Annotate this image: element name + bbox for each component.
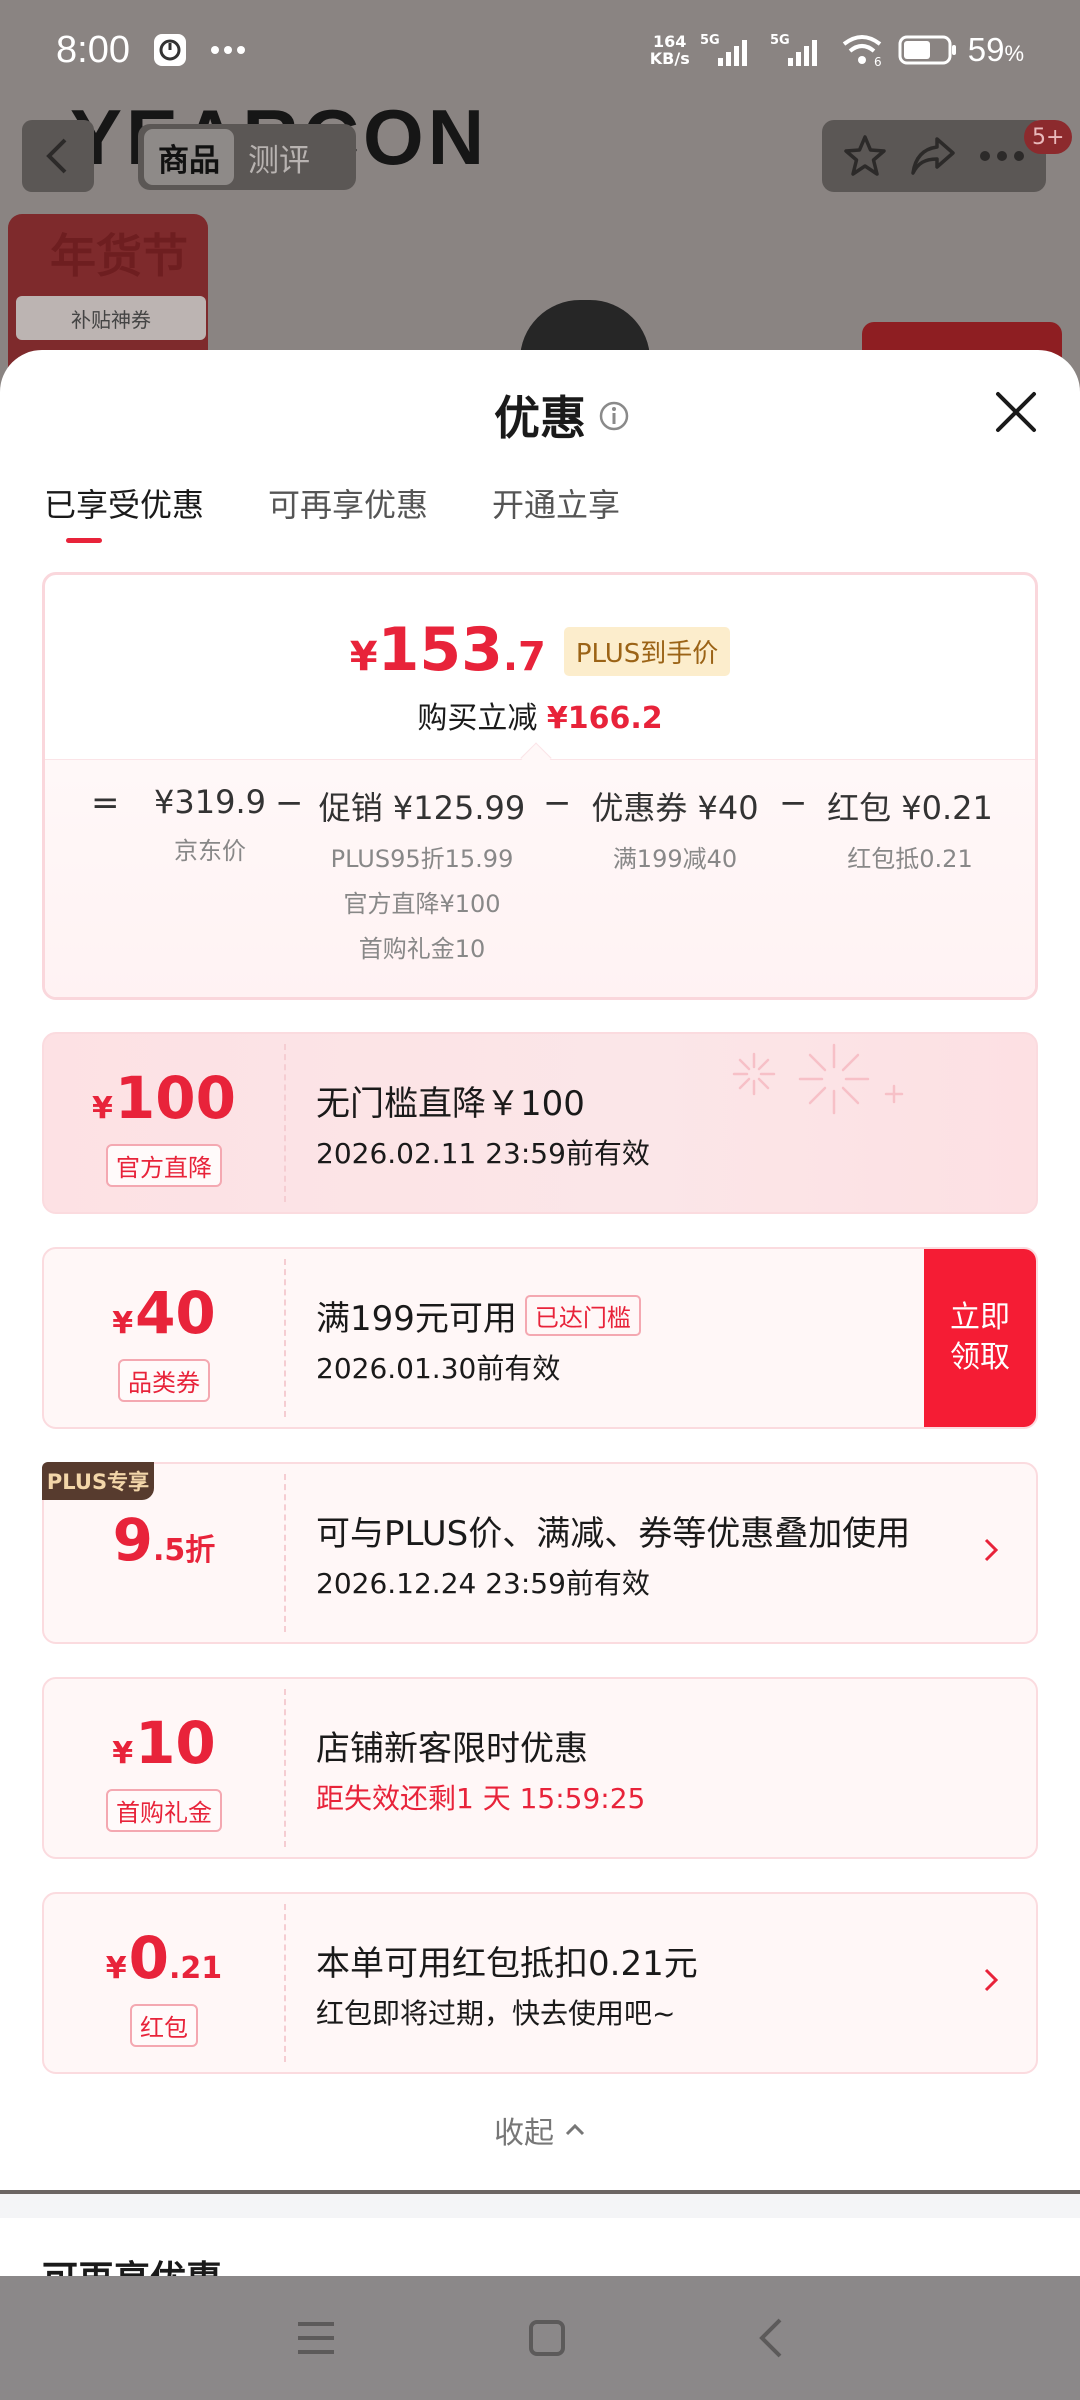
calc-item-coupon: 优惠券 ¥40 满199减40 xyxy=(591,789,759,873)
coupon-divider xyxy=(284,1904,286,2062)
more-discounts-section: 可再享优惠 xyxy=(0,2218,1080,2278)
section-divider xyxy=(0,2194,1080,2218)
price-summary-card: ¥153.7 PLUS到手价 购买立减 ¥166.2 = ¥319.9 京东价 … xyxy=(42,572,1038,1000)
back-icon[interactable] xyxy=(756,2316,786,2360)
coupon-type-tag: 官方直降 xyxy=(106,1144,222,1187)
promo-sub: 补贴神券 xyxy=(16,296,206,340)
coupon-divider xyxy=(284,1474,286,1632)
threshold-reached-tag: 已达门槛 xyxy=(524,1295,641,1336)
calc-operator: − xyxy=(779,783,808,823)
system-nav-bar xyxy=(0,2276,1080,2400)
coupon-amount: 9.5折 xyxy=(112,1506,216,1574)
tab-enjoyed[interactable]: 已享受优惠 xyxy=(44,480,204,536)
discount-sheet: 优惠 已享受优惠 可再享优惠 开通立享 ¥153.7 PLUS到手价 购买立减 … xyxy=(0,350,1080,2190)
chevron-right-icon[interactable] xyxy=(982,1534,1002,1566)
promo-title: 年货节 xyxy=(50,229,188,283)
coupon-countdown: 距失效还剩1 天 15:59:25 xyxy=(316,1782,646,1815)
chevron-right-icon[interactable] xyxy=(982,1964,1002,1996)
tab-activate[interactable]: 开通立享 xyxy=(492,480,620,536)
back-button[interactable] xyxy=(22,120,94,192)
signal-5g-icon: 5G xyxy=(700,33,747,66)
coupon-title: 本单可用红包抵扣0.21元 xyxy=(316,1944,698,1984)
fireworks-decoration xyxy=(732,1043,904,1115)
coupon-official-discount[interactable]: ¥100 官方直降 无门槛直降￥100 2026.02.11 23:59前有效 xyxy=(42,1032,1038,1214)
calc-operator: − xyxy=(275,783,304,823)
app-notification-icon xyxy=(153,34,186,66)
final-price: ¥153.7 PLUS到手价 xyxy=(45,615,1035,685)
star-icon[interactable] xyxy=(842,133,888,179)
coupon-type-tag: 首购礼金 xyxy=(106,1789,222,1832)
close-icon[interactable] xyxy=(990,386,1042,438)
coupon-amount: ¥40 xyxy=(112,1279,216,1347)
final-price-value: ¥153.7 xyxy=(349,615,546,685)
chevron-up-icon xyxy=(565,2123,585,2136)
plus-exclusive-label: PLUS专享 xyxy=(42,1462,154,1500)
message-badge: 5+ xyxy=(1024,120,1073,154)
status-bar: 8:00 164 KB/s 5G 5G 6 59% xyxy=(0,0,1080,100)
home-icon[interactable] xyxy=(527,2318,567,2358)
sheet-title: 优惠 xyxy=(494,391,586,445)
battery-percent: 59% xyxy=(967,31,1024,68)
active-tab-indicator xyxy=(66,538,102,543)
svg-text:5G: 5G xyxy=(770,33,790,48)
calc-operator: − xyxy=(543,783,572,823)
signal-5g-icon-2: 5G xyxy=(770,33,817,66)
svg-text:6: 6 xyxy=(874,55,882,68)
more-icon[interactable] xyxy=(978,149,1026,163)
section-title: 可再享优惠 xyxy=(42,2250,222,2278)
tab-review[interactable]: 测评 xyxy=(234,129,324,185)
wifi-icon: 6 xyxy=(842,35,882,68)
plus-price-tag: PLUS到手价 xyxy=(563,627,731,676)
coupon-amount: ¥100 xyxy=(92,1064,236,1132)
sheet-header: 优惠 xyxy=(0,350,1080,470)
clock: 8:00 xyxy=(56,28,130,71)
top-actions xyxy=(822,120,1046,192)
network-speed: 164 KB/s xyxy=(649,32,690,68)
menu-icon[interactable] xyxy=(294,2318,338,2358)
back-arrow-icon xyxy=(46,138,67,174)
more-notifications-icon xyxy=(210,46,245,54)
coupon-title: 满199元可用 已达门槛 xyxy=(316,1291,641,1340)
coupon-category[interactable]: ¥40 品类券 满199元可用 已达门槛 2026.01.30前有效 立即领取 xyxy=(42,1247,1038,1429)
calc-item-promotion: 促销 ¥125.99 PLUS95折15.99 官方直降¥100 首购礼金10 xyxy=(318,789,526,963)
instant-discount: 购买立减 ¥166.2 xyxy=(417,701,663,736)
collapse-button[interactable]: 收起 xyxy=(0,2108,1080,2152)
coupon-title: 无门槛直降￥100 xyxy=(316,1084,585,1124)
coupon-validity: 2026.02.11 23:59前有效 xyxy=(316,1137,650,1170)
tab-more-available[interactable]: 可再享优惠 xyxy=(268,480,428,536)
coupon-red-packet[interactable]: ¥0.21 红包 本单可用红包抵扣0.21元 红包即将过期，快去使用吧~ xyxy=(42,1892,1038,2074)
claim-now-button[interactable]: 立即领取 xyxy=(924,1249,1036,1427)
coupon-validity: 2026.01.30前有效 xyxy=(316,1352,561,1385)
discount-tabs: 已享受优惠 可再享优惠 开通立享 xyxy=(44,480,620,536)
coupon-divider xyxy=(284,1044,286,1202)
share-icon[interactable] xyxy=(909,133,957,179)
svg-text:5G: 5G xyxy=(700,33,720,48)
battery-icon xyxy=(898,35,956,65)
coupon-amount: ¥0.21 xyxy=(105,1924,223,1992)
coupon-type-tag: 品类券 xyxy=(118,1359,210,1402)
coupon-title: 可与PLUS价、满减、券等优惠叠加使用 xyxy=(316,1514,911,1554)
coupon-title: 店铺新客限时优惠 xyxy=(316,1729,588,1769)
coupon-divider xyxy=(284,1259,286,1417)
coupon-type-tag: 红包 xyxy=(130,2004,198,2047)
coupon-plus-discount[interactable]: 9.5折 可与PLUS价、满减、券等优惠叠加使用 2026.12.24 23:5… xyxy=(42,1462,1038,1644)
product-tabs: 商品 测评 xyxy=(138,124,356,190)
coupon-note: 红包即将过期，快去使用吧~ xyxy=(316,1997,676,2030)
coupon-divider xyxy=(284,1689,286,1847)
coupon-amount: ¥10 xyxy=(112,1709,216,1777)
coupon-validity: 2026.12.24 23:59前有效 xyxy=(316,1567,650,1600)
calc-item-red-packet: 红包 ¥0.21 红包抵0.21 xyxy=(827,789,993,873)
info-icon[interactable] xyxy=(598,400,630,432)
coupon-first-purchase[interactable]: ¥10 首购礼金 店铺新客限时优惠 距失效还剩1 天 15:59:25 xyxy=(42,1677,1038,1859)
tab-product[interactable]: 商品 xyxy=(144,129,234,185)
